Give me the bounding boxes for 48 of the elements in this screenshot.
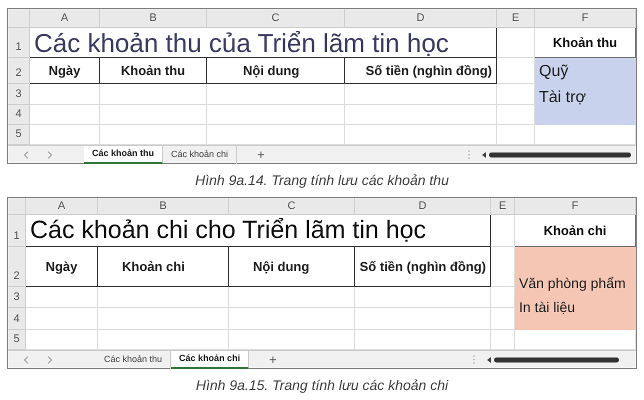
column-heading: Nội dung: [229, 247, 355, 287]
column-heading: Ngày: [30, 58, 100, 84]
side-table-header: Khoản thu: [535, 28, 636, 58]
column-heading: Số tiền (nghìn đồng): [345, 58, 497, 84]
figure-caption: Hình 9a.14. Trang tính lưu các khoản thu: [195, 171, 449, 190]
column-header[interactable]: C: [207, 9, 345, 28]
sheet-tab[interactable]: Các khoản thu: [84, 146, 164, 164]
row-header[interactable]: 4: [8, 308, 26, 330]
column-heading: Ngày: [26, 247, 98, 287]
sheet-title: Các khoản chi cho Triển lãm tin học: [26, 215, 491, 247]
row-header[interactable]: 2: [8, 58, 30, 84]
row-header[interactable]: 4: [8, 105, 30, 125]
column-header[interactable]: F: [535, 9, 636, 28]
side-table-item: Tài trợ: [539, 88, 587, 108]
row-header[interactable]: 3: [8, 84, 30, 105]
column-heading: Khoản chi: [98, 247, 229, 287]
column-header[interactable]: F: [515, 198, 636, 215]
column-header[interactable]: A: [30, 9, 100, 28]
column-heading: Nội dung: [207, 58, 345, 84]
column-header[interactable]: C: [229, 198, 355, 215]
select-all-corner[interactable]: [8, 9, 30, 28]
row-header[interactable]: 5: [8, 330, 26, 350]
column-header[interactable]: B: [98, 198, 229, 215]
column-header[interactable]: E: [497, 9, 535, 28]
column-header[interactable]: D: [345, 9, 497, 28]
row-header[interactable]: 3: [8, 287, 26, 308]
select-all-corner[interactable]: [8, 198, 26, 215]
row-header[interactable]: 1: [8, 28, 30, 58]
add-sheet-button[interactable]: +: [269, 353, 277, 366]
column-header[interactable]: E: [491, 198, 515, 215]
sheet-tab[interactable]: Các khoản chi: [171, 350, 250, 368]
row-header[interactable]: 5: [8, 125, 30, 145]
sheet-tab[interactable]: Các khoản chi: [163, 146, 238, 164]
column-header[interactable]: D: [355, 198, 491, 215]
column-heading: Số tiền (nghìn đồng): [355, 247, 491, 287]
sheet-title: Các khoản thu của Triển lãm tin học: [30, 28, 497, 58]
side-table-item: Quỹ: [539, 62, 570, 82]
horizontal-scrollbar[interactable]: [482, 150, 632, 158]
figure-caption: Hình 9a.15. Trang tính lưu các khoản chi: [196, 376, 448, 395]
column-header[interactable]: B: [100, 9, 207, 28]
side-table-item: In tài liệu: [519, 298, 576, 316]
column-header[interactable]: A: [26, 198, 98, 215]
side-table-header: Khoản chi: [515, 215, 636, 247]
add-sheet-button[interactable]: +: [257, 148, 265, 161]
side-table-item: Văn phòng phẩm: [519, 275, 627, 292]
column-heading: Khoản thu: [100, 58, 207, 84]
row-header[interactable]: 2: [8, 247, 26, 287]
row-header[interactable]: 1: [8, 215, 26, 247]
